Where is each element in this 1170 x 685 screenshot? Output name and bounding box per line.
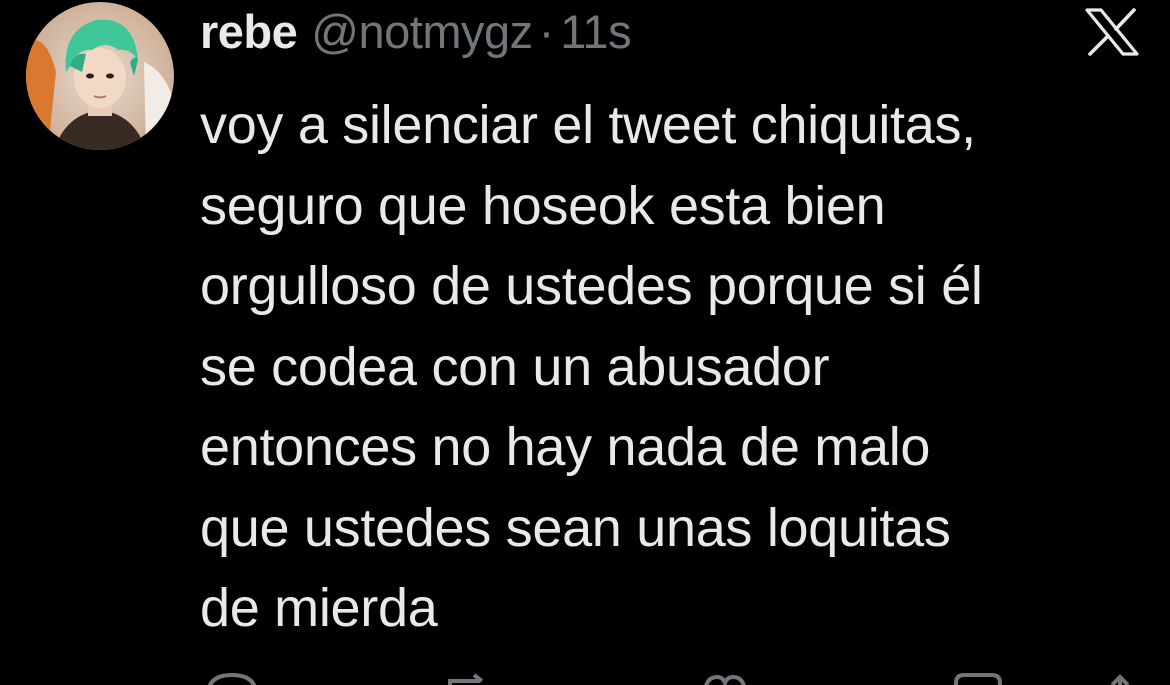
reply-icon[interactable] [202, 665, 262, 685]
tweet-text-line: que ustedes sean unas loquitas [200, 497, 951, 558]
tweet-text-line: seguro que hoseok esta bien [200, 175, 886, 236]
tweet-text: voy a silenciar el tweet chiquitas, segu… [200, 85, 1150, 649]
timestamp[interactable]: 11s [560, 4, 631, 59]
views-icon[interactable] [948, 665, 1008, 685]
display-name[interactable]: rebe [200, 4, 298, 59]
x-logo-icon [1085, 8, 1139, 56]
action-bar [200, 665, 1150, 685]
profile-photo-avatar [26, 2, 174, 150]
tweet-text-line: orgulloso de ustedes porque si él [200, 256, 983, 316]
user-handle[interactable]: @notmygz [311, 4, 533, 59]
tweet-text-line: entonces no hay nada de malo [200, 417, 931, 477]
tweet-header: rebe @notmygz · 11s [200, 0, 632, 62]
like-icon[interactable] [695, 665, 755, 685]
retweet-icon[interactable] [440, 665, 500, 685]
separator-dot: · [538, 4, 555, 58]
tweet-text-line: se codea con un abusador [200, 336, 830, 397]
tweet-text-line: voy a silenciar el tweet chiquitas, [200, 95, 976, 155]
avatar[interactable] [26, 2, 174, 150]
tweet-card: rebe @notmygz · 11s voy a silenciar el t… [0, 0, 1170, 685]
share-icon[interactable] [1090, 665, 1150, 685]
tweet-text-line: de mierda [200, 578, 438, 638]
